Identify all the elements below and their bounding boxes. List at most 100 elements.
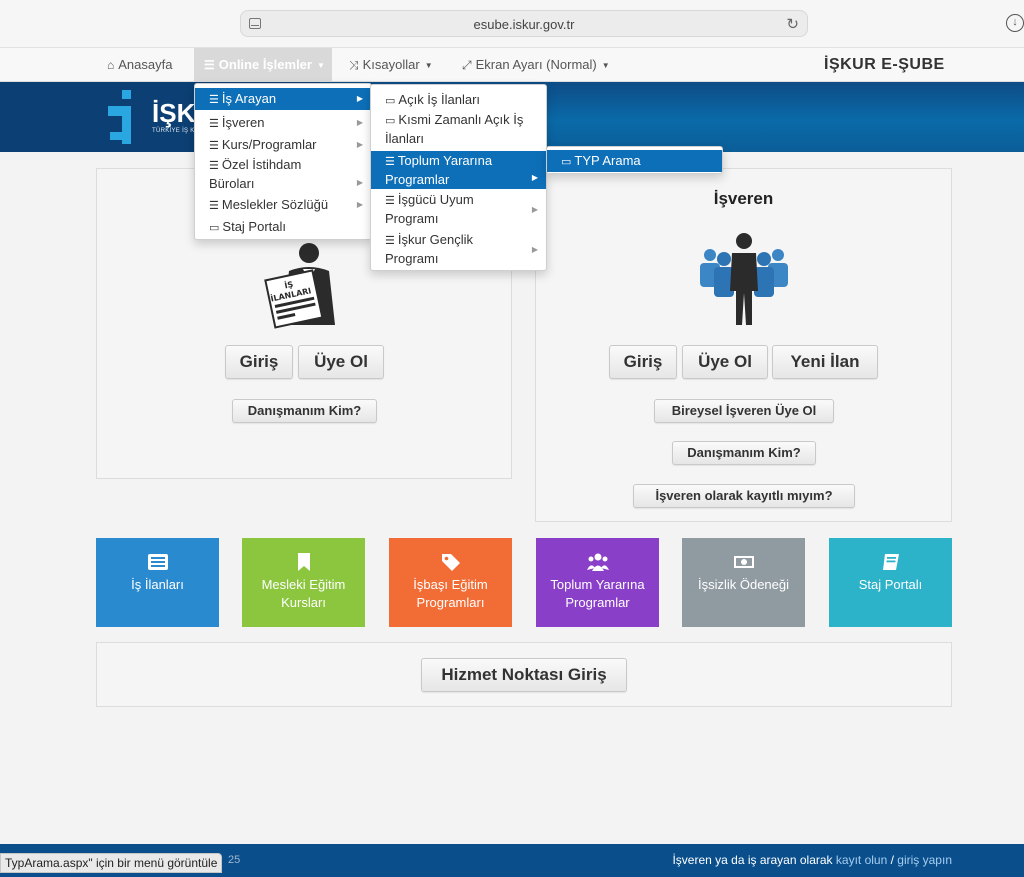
menu-item-courses[interactable]: ☰ Kurs/Programlar ▶ [195, 134, 371, 156]
menu-item-label: İşveren [221, 115, 265, 130]
service-point-panel: Hizmet Noktası Giriş [96, 642, 952, 707]
tag-icon [441, 554, 460, 571]
jobseeker-register-button[interactable]: Üye Ol [298, 345, 384, 379]
employer-panel: İşveren Giriş Üye Ol Yeni İlan Bireysel … [535, 168, 952, 522]
menu-item-internship[interactable]: ▭ Staj Portalı [195, 216, 371, 238]
submenu-typ-search[interactable]: ▭ TYP Arama [547, 150, 722, 172]
tile-vocational-courses[interactable]: Mesleki Eğitim Kursları [242, 538, 365, 627]
employer-registered-check-button[interactable]: İşveren olarak kayıtlı mıyım? [633, 484, 855, 508]
tile-unemployment-label: İşsizlik Ödeneği [697, 577, 790, 592]
new-ad-button[interactable]: Yeni İlan [772, 345, 878, 379]
nav-shortcuts[interactable]: ⤨ Kısayollar ▼ [339, 48, 443, 82]
tile-onthejob-label-2: Programları [416, 595, 485, 610]
employer-advisor-button[interactable]: Danışmanım Kim? [672, 441, 816, 465]
bookmark-icon [297, 553, 310, 571]
browser-status-tooltip: TypArama.aspx" için bir menü görüntüle [0, 853, 223, 873]
menu-item-label: Meslekler Sözlüğü [221, 197, 329, 212]
submenu-label: İşgücü Uyum [397, 192, 474, 207]
list-icon: ☰ [385, 235, 395, 247]
tile-vocational-label-2: Kursları [281, 595, 326, 610]
tile-internship-portal[interactable]: Staj Portalı [829, 538, 952, 627]
menu-item-private-employment[interactable]: ☰ Özel İstihdam Büroları ▶ [195, 156, 371, 192]
menu-item-label: Büroları [209, 176, 255, 191]
employer-illustration [700, 233, 788, 325]
monitor-icon: ▭ [209, 222, 220, 234]
caret-right-icon: ▶ [356, 178, 363, 187]
site-navbar: ⌂ Anasayfa ☰ Online İşlemler ▼ ⤨ Kısayollar ▼… [0, 48, 1024, 82]
list-icon: ☰ [209, 118, 219, 130]
tile-community-label-1: Toplum Yararına [550, 577, 645, 592]
submenu-youth-program[interactable]: ☰ İşkur Gençlik Programı ▶ [371, 231, 546, 269]
caret-right-icon: ▶ [356, 140, 363, 149]
nav-shortcuts-label: Kısayollar [362, 57, 420, 72]
submenu-workforce-adaptation[interactable]: ☰ İşgücü Uyum Programı ▶ [371, 191, 546, 229]
home-icon: ⌂ [107, 58, 115, 72]
footer-year: 25 [228, 854, 241, 866]
community-programs-submenu: ▭ TYP Arama [546, 146, 723, 174]
submenu-open-job-ads[interactable]: ▭ Açık İş İlanları [371, 89, 546, 111]
caret-down-icon: ▼ [424, 60, 433, 70]
individual-employer-register-button[interactable]: Bireysel İşveren Üye Ol [654, 399, 834, 423]
address-bar[interactable]: esube.iskur.gov.tr ↻ [240, 10, 808, 37]
submenu-label: TYP Arama [574, 153, 641, 168]
url-text: esube.iskur.gov.tr [473, 17, 575, 32]
download-icon[interactable]: ↓ [1006, 14, 1024, 32]
service-point-login-button[interactable]: Hizmet Noktası Giriş [421, 658, 627, 692]
submenu-label: İşkur Gençlik [397, 232, 474, 247]
submenu-label: Kısmi Zamanlı Açık İş [398, 112, 524, 127]
submenu-community-programs[interactable]: ☰ Toplum Yararına Programlar ▶ [371, 151, 546, 189]
jobseeker-login-button[interactable]: Giriş [225, 345, 293, 379]
reload-icon[interactable]: ↻ [786, 15, 799, 33]
caret-down-icon: ▼ [316, 60, 325, 70]
menu-item-occupations[interactable]: ☰ Meslekler Sözlüğü ▶ [195, 194, 371, 216]
menu-item-label: Kurs/Programlar [221, 137, 317, 152]
caret-right-icon: ▶ [531, 245, 538, 254]
monitor-icon: ▭ [385, 95, 396, 107]
tile-onthejob-label-1: İşbaşı Eğitim [413, 577, 488, 592]
money-icon [733, 556, 754, 568]
tile-job-ads-label: İş İlanları [131, 577, 184, 592]
menu-item-employer[interactable]: ☰ İşveren ▶ [195, 112, 371, 134]
nav-screen-label: Ekran Ayarı (Normal) [475, 57, 597, 72]
nav-online-label: Online İşlemler [218, 57, 312, 72]
submenu-label: Programı [385, 251, 439, 266]
submenu-label: Programlar [385, 172, 450, 187]
caret-right-icon: ▶ [356, 118, 363, 127]
tile-vocational-label-1: Mesleki Eğitim [261, 577, 346, 592]
monitor-icon: ▭ [385, 115, 396, 127]
tile-unemployment-benefit[interactable]: İşsizlik Ödeneği [682, 538, 805, 627]
tile-job-ads[interactable]: İş İlanları [96, 538, 219, 627]
caret-right-icon: ▶ [531, 205, 538, 214]
tile-internship-label: Staj Portalı [858, 577, 923, 592]
caret-down-icon: ▼ [601, 60, 610, 70]
tile-onthejob-training[interactable]: İşbaşı Eğitim Programları [389, 538, 512, 627]
submenu-label: İlanları [385, 131, 425, 146]
nav-home[interactable]: ⌂ Anasayfa [97, 48, 182, 82]
logo-subtitle: TÜRKİYE İŞ K [152, 128, 195, 134]
jobseeker-illustration: İŞ İLANLARI [264, 243, 335, 329]
jobseeker-advisor-button[interactable]: Danışmanım Kim? [232, 399, 377, 423]
footer-register-link[interactable]: kayıt olun [836, 853, 887, 867]
browser-toolbar: esube.iskur.gov.tr ↻ ↓ [0, 0, 1024, 48]
tile-community-label-2: Programlar [565, 595, 630, 610]
submenu-part-time-ads[interactable]: ▭ Kısmi Zamanlı Açık İş İlanları [371, 111, 546, 149]
nav-online-islemler[interactable]: ☰ Online İşlemler ▼ [194, 48, 332, 82]
list-icon: ☰ [209, 160, 219, 172]
site-brand: İŞKUR E-ŞUBE [824, 56, 945, 73]
nav-home-label: Anasayfa [118, 57, 173, 72]
menu-item-job-seeker[interactable]: ☰ İş Arayan ▶ [195, 88, 371, 110]
submenu-label: Toplum Yararına [397, 153, 493, 168]
expand-icon: ⤢ [462, 58, 472, 72]
footer-login-link[interactable]: giriş yapın [897, 853, 952, 867]
caret-right-icon: ▶ [356, 200, 363, 209]
list-icon: ☰ [204, 58, 215, 72]
employer-login-button[interactable]: Giriş [609, 345, 677, 379]
users-icon [586, 553, 609, 571]
nav-screen-settings[interactable]: ⤢ Ekran Ayarı (Normal) ▼ [452, 48, 620, 82]
submenu-label: Programı [385, 211, 439, 226]
book-icon [882, 554, 899, 570]
menu-item-label: Staj Portalı [222, 219, 286, 234]
caret-right-icon: ▶ [356, 94, 363, 103]
employer-register-button[interactable]: Üye Ol [682, 345, 768, 379]
tile-community-programs[interactable]: Toplum Yararına Programlar [536, 538, 659, 627]
